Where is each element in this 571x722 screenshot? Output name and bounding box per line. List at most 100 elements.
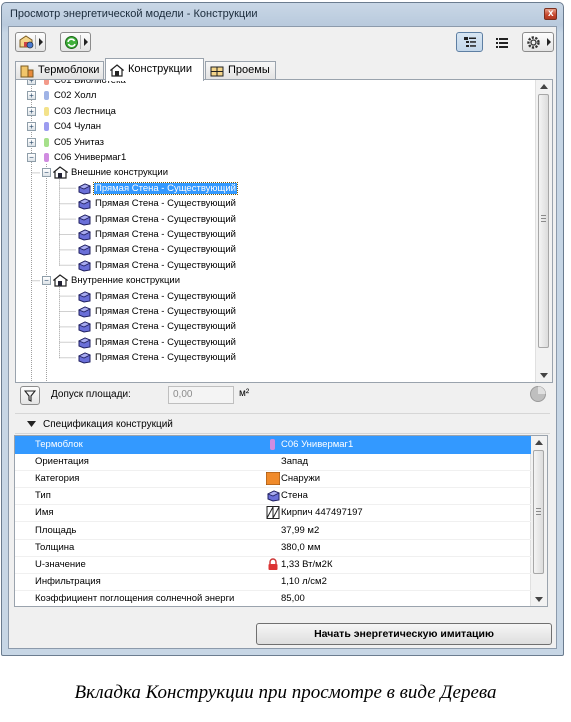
spec-row-value: Снаружи <box>281 473 321 485</box>
color-chip-icon <box>270 439 275 450</box>
spec-row[interactable]: Коэффициент поглощения солнечной энерги 8… <box>15 590 531 606</box>
spec-header[interactable]: Спецификация конструкций <box>21 417 553 433</box>
expand-icon[interactable]: + <box>27 80 36 85</box>
spec-row-value: 37,99 м2 <box>281 524 320 536</box>
tree-item-label: Внутренние конструкции <box>71 275 181 287</box>
spec-row[interactable]: Имя Кирпич 447497197 <box>15 504 531 523</box>
tree-view-button[interactable] <box>456 32 483 52</box>
expand-icon[interactable]: + <box>27 137 36 147</box>
settings-icon <box>527 36 540 49</box>
spec-row-value: 1,33 Вт/м2К <box>281 558 333 570</box>
start-simulation-button[interactable]: Начать энергетическую имитацию <box>256 623 552 645</box>
expand-icon[interactable]: + <box>27 122 36 132</box>
house-icon <box>53 274 68 287</box>
refresh-button[interactable] <box>60 32 91 52</box>
spec-row-name: Категория <box>35 473 80 485</box>
pie-chart-button[interactable] <box>529 385 549 405</box>
tree-block-3[interactable]: С03 Лестница <box>53 104 117 119</box>
color-chip-icon <box>44 153 49 162</box>
tab-openings[interactable]: Проемы <box>205 61 276 80</box>
scroll-up-icon[interactable] <box>540 84 548 89</box>
spec-row-name: Инфильтрация <box>35 575 101 587</box>
grid-scrollbar[interactable] <box>530 436 547 606</box>
collapse-icon[interactable]: − <box>42 168 51 178</box>
spec-row[interactable]: U-значение 1,33 Вт/м2К <box>15 556 531 574</box>
tree-item-wall[interactable]: Прямая Стена - Существующий <box>94 227 237 242</box>
tree-item-wall[interactable]: Прямая Стена - Существующий <box>94 242 237 257</box>
separator <box>35 35 36 49</box>
title-bar[interactable]: Просмотр энергетической модели - Констру… <box>2 3 563 25</box>
refresh-icon <box>65 36 78 49</box>
tree-block-6[interactable]: С06 Универмаг1 <box>53 150 127 165</box>
collapse-icon[interactable]: − <box>27 153 36 162</box>
spec-row[interactable]: Ориентация Запад <box>15 453 531 472</box>
scroll-thumb[interactable] <box>533 450 544 574</box>
tree-item-wall[interactable]: Прямая Стена - Существующий <box>94 319 237 334</box>
color-chip-icon <box>44 122 49 132</box>
spec-row[interactable]: Категория Снаружи <box>15 470 531 489</box>
tree-group-1[interactable]: Внешние конструкции <box>70 165 169 180</box>
expand-icon[interactable]: + <box>27 106 36 116</box>
tree-item-label: Прямая Стена - Существующий <box>93 181 238 195</box>
spec-row-value: 1,10 л/см2 <box>281 575 327 587</box>
tree-item-wall[interactable]: Прямая Стена - Существующий <box>94 196 237 211</box>
collapse-icon[interactable]: − <box>42 276 51 286</box>
spec-row[interactable]: Тип Стена <box>15 487 531 506</box>
collapse-triangle-icon <box>27 421 36 427</box>
color-chip-icon <box>44 106 49 116</box>
house-icon <box>53 166 68 179</box>
tree-block-4[interactable]: С04 Чулан <box>53 119 102 134</box>
tree-panel: + С01 Библиотека + С02 Холл + С03 Лестница + С0… <box>15 79 553 383</box>
scroll-thumb[interactable] <box>538 94 549 348</box>
close-button[interactable]: x <box>544 8 557 20</box>
wall-icon <box>78 321 91 333</box>
tree-item-label: С04 Чулан <box>54 121 102 133</box>
tree-group-2[interactable]: Внутренние конструкции <box>70 273 181 288</box>
grip-line <box>536 514 541 515</box>
area-tolerance-field[interactable]: 0,00 <box>168 386 234 404</box>
tree-block-2[interactable]: С02 Холл <box>53 88 97 103</box>
settings-button[interactable] <box>522 32 554 52</box>
tab-constructions[interactable]: Конструкции <box>105 58 204 81</box>
expand-icon[interactable]: + <box>27 91 36 101</box>
tree-block-5[interactable]: С05 Унитаз <box>53 135 105 150</box>
spec-row[interactable]: Инфильтрация 1,10 л/см2 <box>15 573 531 591</box>
scroll-up-icon[interactable] <box>535 440 543 445</box>
hatch-icon <box>266 506 280 520</box>
tree-item-wall[interactable]: Прямая Стена - Существующий <box>94 289 237 304</box>
chevron-right-icon <box>84 38 88 46</box>
list-view-icon <box>496 38 508 48</box>
spec-row[interactable]: Термоблок С06 Универмаг1 <box>15 436 531 454</box>
wall-icon <box>78 229 91 241</box>
window-icon <box>210 66 224 77</box>
tree-block-1[interactable]: С01 Библиотека <box>53 80 127 88</box>
wall-icon <box>78 260 91 272</box>
scroll-down-icon[interactable] <box>540 373 548 378</box>
tree-item-label: С06 Универмаг1 <box>54 152 127 163</box>
filter-button[interactable] <box>20 386 40 405</box>
wall-icon <box>78 244 91 256</box>
spec-row-value: С06 Универмаг1 <box>281 439 354 450</box>
tree-item-wall[interactable]: Прямая Стена - Существующий <box>94 304 237 319</box>
energy-model-window: Просмотр энергетической модели - Констру… <box>1 2 564 656</box>
chevron-right-icon <box>39 38 43 46</box>
tab-thermal-blocks[interactable]: Термоблоки <box>15 61 104 80</box>
tree-item-wall[interactable]: Прямая Стена - Существующий <box>94 212 237 227</box>
tree-item-wall[interactable]: Прямая Стена - Существующий <box>94 350 237 365</box>
scroll-down-icon[interactable] <box>535 597 543 602</box>
spec-row[interactable]: Толщина 380,0 мм <box>15 539 531 557</box>
construction-tree[interactable]: + С01 Библиотека + С02 Холл + С03 Лестница + С0… <box>16 80 536 382</box>
tree-item-wall[interactable]: Прямая Стена - Существующий <box>93 181 238 196</box>
tree-item-wall[interactable]: Прямая Стена - Существующий <box>94 335 237 350</box>
spec-row-name: Коэффициент поглощения солнечной энерги <box>35 592 235 604</box>
spec-row[interactable]: Площадь 37,99 м2 <box>15 522 531 540</box>
separator <box>80 35 81 49</box>
list-view-button[interactable] <box>488 32 515 52</box>
lock-icon <box>268 558 278 570</box>
tree-scrollbar[interactable] <box>535 80 552 382</box>
energy-model-button[interactable] <box>15 32 46 52</box>
area-tolerance-label: Допуск площади: <box>51 389 131 400</box>
wall-icon <box>267 490 280 502</box>
thermal-block-icon <box>20 65 34 78</box>
tree-item-wall[interactable]: Прямая Стена - Существующий <box>94 258 237 273</box>
